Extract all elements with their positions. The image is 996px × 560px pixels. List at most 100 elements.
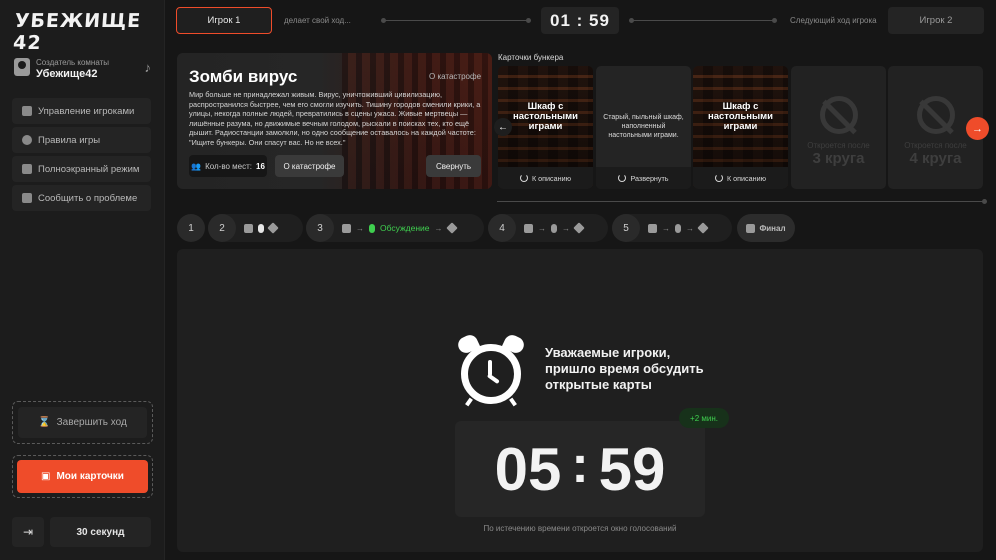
discussion-label: Обсуждение (380, 223, 430, 233)
refresh-icon (714, 174, 723, 182)
next-player-label: Следующий ход игрока (790, 16, 877, 25)
sidebar-item-rules[interactable]: Правила игры (12, 127, 151, 153)
disaster-tag: О катастрофе (429, 72, 482, 81)
app-logo: УБЕЖИЩЕ 42 (12, 10, 142, 54)
send-icon (22, 193, 32, 203)
bunker-card-action-label: К описанию (531, 173, 572, 183)
seats-label: Кол-во мест: (205, 161, 252, 171)
discussion-message: Уважаемые игроки, пришло время обсудить … (545, 345, 704, 392)
carousel-track (497, 199, 987, 204)
exit-button[interactable]: ⇥ (12, 517, 44, 547)
bunker-card-action[interactable]: Развернуть (596, 167, 691, 189)
arrow-icon: → (686, 223, 694, 233)
add-time-button[interactable]: +2 мин. (679, 408, 729, 428)
arrow-icon: → (662, 223, 670, 233)
end-turn-frame: ⌛ Завершить ход (12, 401, 153, 444)
next-player[interactable]: Игрок 2 (888, 7, 984, 34)
bunker-card[interactable]: Шкаф с настольными играми К описанию (498, 66, 593, 189)
fullscreen-icon (22, 164, 32, 174)
cards-icon: ▣ (41, 471, 51, 482)
refresh-icon (519, 174, 528, 182)
discussion-timer: 05 : 59 (455, 421, 705, 517)
step-final[interactable]: Финал (737, 214, 795, 242)
disaster-description: Мир больше не принадлежал живым. Вирус, … (189, 90, 481, 147)
sidebar: УБЕЖИЩЕ 42 Создатель комнаты Убежище42 ♪… (0, 0, 165, 560)
bunker-card-description: Старый, пыльный шкаф, наполненный настол… (603, 114, 684, 139)
step-5[interactable]: 5 (612, 214, 640, 242)
sidebar-item-manage-players[interactable]: Управление игроками (12, 98, 151, 124)
sidebar-item-label: Полноэкранный режим (38, 163, 140, 175)
step-4[interactable]: 4 (488, 214, 516, 242)
my-cards-label: Мои карточки (56, 471, 124, 482)
info-icon (22, 135, 32, 145)
end-turn-button[interactable]: ⌛ Завершить ход (18, 407, 147, 438)
creator-avatar-icon (14, 58, 30, 76)
carousel-next-button[interactable]: → (966, 117, 989, 140)
about-disaster-button[interactable]: О катастрофе (275, 155, 344, 177)
bunker-card-action[interactable]: К описанию (693, 167, 788, 189)
disaster-card: Зомби вирус О катастрофе Мир больше не п… (177, 53, 492, 189)
gavel-icon (445, 222, 458, 234)
my-cards-frame: ▣ Мои карточки (12, 455, 153, 498)
timer-note: По истечению времени откроется окно голо… (483, 524, 677, 533)
hidden-icon (917, 96, 955, 134)
sidebar-item-label: Правила игры (38, 134, 101, 146)
gavel-icon (267, 222, 279, 234)
locked-card-round: 3 круга (812, 150, 865, 167)
final-label: Финал (759, 223, 786, 233)
cards-icon (244, 223, 253, 233)
crown-icon (746, 223, 756, 233)
locked-bunker-card: Откроется после 3 круга (791, 66, 886, 189)
exit-icon: ⇥ (22, 525, 34, 539)
hourglass-icon: ⌛ (38, 417, 51, 428)
bunker-card[interactable]: Старый, пыльный шкаф, наполненный настол… (596, 66, 691, 189)
collapse-button[interactable]: Свернуть (426, 155, 481, 177)
bunker-card-title: Шкаф с настольными играми (513, 101, 578, 132)
current-player-status: делает свой ход... (284, 16, 351, 25)
seats-badge: 👥 Кол-во мест: 16 (189, 155, 267, 177)
mic-icon (551, 223, 557, 233)
seats-value: 16 (256, 161, 265, 171)
turn-bar: Игрок 1 делает свой ход... 01 : 59 Следу… (165, 0, 996, 42)
creator-label: Создатель комнаты (36, 58, 110, 67)
people-icon: 👥 (191, 161, 202, 171)
bunker-card-title: Шкаф с настольными играми (708, 101, 773, 132)
sidebar-item-label: Сообщить о проблеме (38, 192, 138, 204)
edit-icon (22, 106, 32, 116)
refresh-icon (618, 174, 627, 182)
bunker-card[interactable]: Шкаф с настольными играми К описанию (693, 66, 788, 189)
arrow-left-icon: ← (498, 121, 508, 133)
timer-colon: : (571, 436, 589, 494)
current-player[interactable]: Игрок 1 (176, 7, 272, 34)
alarm-clock-icon (455, 332, 527, 407)
bunker-card-action-label: К описанию (726, 173, 767, 183)
mic-icon (258, 223, 264, 233)
music-icon[interactable]: ♪ (145, 60, 152, 75)
arrow-right-icon: → (972, 122, 983, 135)
bunker-card-action[interactable]: К описанию (498, 167, 593, 189)
cards-icon (342, 223, 351, 233)
my-cards-button[interactable]: ▣ Мои карточки (17, 460, 148, 493)
sidebar-item-label: Управление игроками (38, 105, 135, 117)
cards-icon (524, 223, 533, 233)
sidebar-item-report[interactable]: Сообщить о проблеме (12, 185, 151, 211)
timer-minutes: 05 (494, 435, 562, 503)
end-turn-label: Завершить ход (56, 417, 127, 428)
mic-icon (675, 223, 681, 233)
seconds-button[interactable]: 30 секунд (50, 517, 151, 547)
arrow-icon: → (538, 223, 546, 233)
step-3[interactable]: 3 (306, 214, 334, 242)
disaster-title: Зомби вирус (189, 67, 298, 86)
step-1[interactable]: 1 (177, 214, 205, 242)
step-2[interactable]: 2 (208, 214, 236, 242)
mic-icon (369, 223, 375, 233)
arrow-icon: → (562, 223, 570, 233)
timer-seconds: 59 (598, 435, 666, 503)
carousel-prev-button[interactable]: ← (494, 118, 512, 136)
gavel-icon (573, 222, 585, 234)
turn-progress-right (629, 18, 777, 23)
arrow-icon: → (434, 223, 443, 233)
sidebar-item-fullscreen[interactable]: Полноэкранный режим (12, 156, 151, 182)
creator-name: Убежище42 (36, 68, 98, 80)
arrow-icon: → (356, 223, 364, 233)
